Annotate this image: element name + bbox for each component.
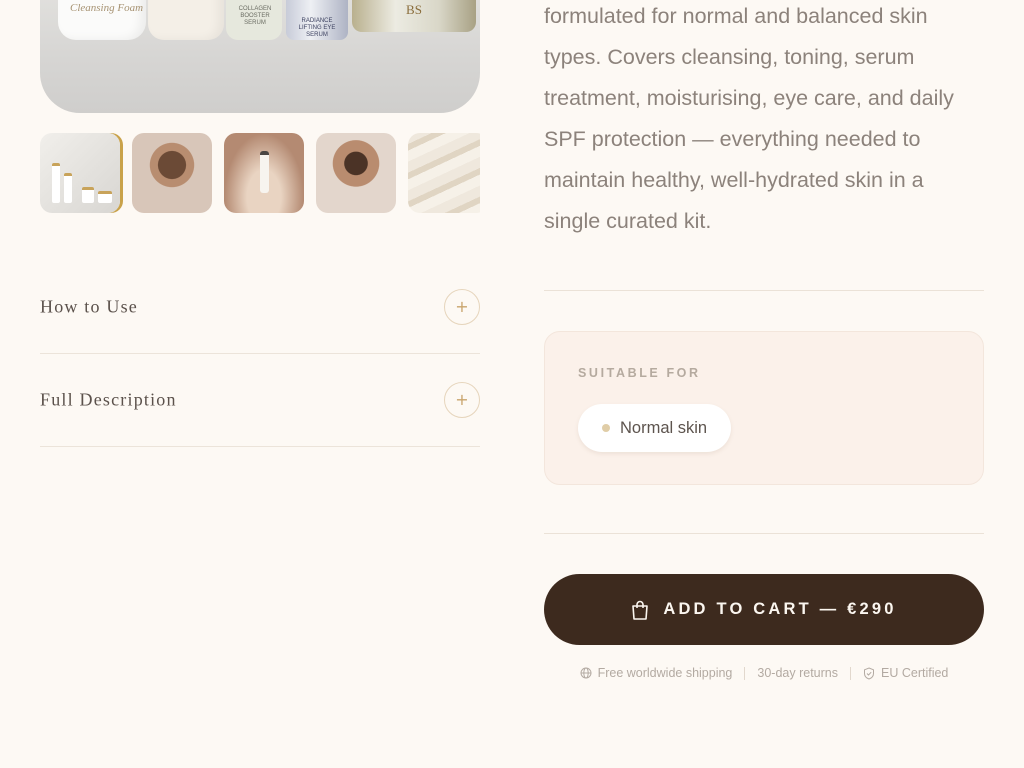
thumbnail-model-cleansing[interactable] [132, 133, 212, 213]
eye-serum-bottle: RADIANCE LIFTING EYE SERUM [286, 0, 348, 40]
thumbnail-gallery [40, 133, 480, 213]
cleansing-foam-bottle: Cleansing Foam [58, 0, 146, 40]
skin-type-chip: Normal skin [578, 404, 732, 452]
accordion-how-to-use[interactable]: How to Use + [40, 261, 480, 354]
certified-text: EU Certified [881, 666, 949, 680]
shipping-text: Free worldwide shipping [597, 666, 733, 680]
cream-jar: BS [352, 0, 476, 32]
thumbnail-model-serum[interactable] [316, 133, 396, 213]
suitable-for-panel: SUITABLE FOR Normal skin [544, 331, 984, 485]
suitable-for-label: SUITABLE FOR [578, 366, 701, 380]
expand-plus-icon[interactable]: + [444, 289, 480, 325]
product-hero-image: Cleansing Foam COLLAGEN BOOSTER SERUM RA… [40, 0, 480, 113]
add-to-cart-button[interactable]: ADD TO CART — €290 [544, 574, 984, 645]
returns-text: 30-day returns [757, 666, 838, 680]
divider [544, 533, 984, 534]
divider [544, 290, 984, 291]
accordion-full-description[interactable]: Full Description + [40, 354, 480, 447]
product-page: Cleansing Foam COLLAGEN BOOSTER SERUM RA… [0, 0, 1024, 768]
certified-badge: EU Certified [863, 666, 948, 680]
accordion-title: Full Description [40, 389, 177, 410]
thumbnail-cream-texture[interactable] [408, 133, 480, 213]
chip-dot-icon [602, 424, 610, 432]
expand-plus-icon[interactable]: + [444, 382, 480, 418]
shipping-badge: Free worldwide shipping [580, 666, 733, 680]
foam-label: Cleansing Foam [70, 2, 144, 14]
separator [744, 666, 746, 680]
serum-bottle: COLLAGEN BOOSTER SERUM [226, 0, 282, 40]
brand-monogram: BS [406, 2, 422, 17]
eye-serum-label: RADIANCE LIFTING EYE SERUM [298, 18, 336, 38]
globe-icon [580, 667, 592, 679]
trust-badges: Free worldwide shipping 30-day returns E… [544, 662, 984, 684]
returns-badge: 30-day returns [757, 666, 838, 680]
serum-label: COLLAGEN BOOSTER SERUM [238, 6, 272, 26]
thumbnail-product-set[interactable] [40, 133, 120, 213]
accordion-title: How to Use [40, 296, 138, 317]
chip-label: Normal skin [620, 418, 708, 437]
toner-bottle [148, 0, 224, 40]
add-to-cart-label: ADD TO CART — €290 [663, 600, 897, 618]
separator [850, 666, 851, 680]
shield-check-icon [864, 666, 874, 680]
thumbnail-bottle-closeup[interactable] [224, 133, 304, 213]
product-description: formulated for normal and balanced skin … [544, 4, 954, 233]
shopping-bag-icon [632, 600, 649, 620]
